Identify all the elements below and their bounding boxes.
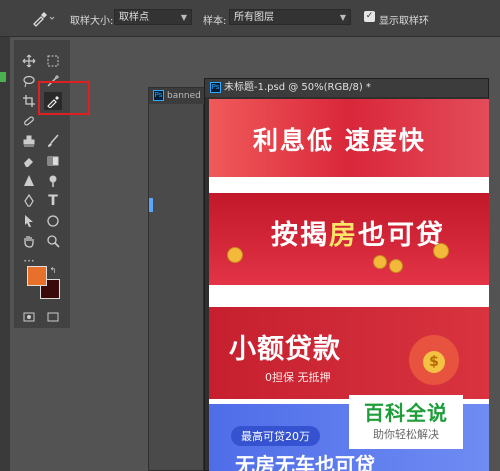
sample-size-value: 取样点: [119, 12, 149, 23]
eraser-icon[interactable]: [20, 152, 38, 170]
banner-4-pill: 最高可贷20万: [231, 426, 320, 446]
coin-icon: [227, 247, 243, 263]
banner-2-part3: 也可贷: [358, 220, 445, 251]
left-panel-strip: [0, 37, 10, 471]
show-ring-checkbox[interactable]: ✓: [364, 11, 375, 22]
coin-icon: $: [423, 351, 445, 373]
show-ring-label: 显示取样环: [379, 16, 429, 27]
banner-3-subtitle: 0担保 无抵押: [265, 371, 331, 384]
sample-value: 所有图层: [234, 12, 274, 23]
banner-2-text: 按揭房也可贷: [271, 213, 445, 252]
options-bar: 取样大小: 取样点 ▼ 样本: 所有图层 ▼ ✓ 显示取样环: [0, 0, 500, 37]
marquee-icon[interactable]: [44, 52, 62, 70]
watermark-title: 百科全说: [364, 401, 448, 425]
sample-select[interactable]: 所有图层 ▼: [229, 9, 351, 25]
banner-1-text: 利息低 速度快: [253, 126, 426, 155]
healing-brush-icon[interactable]: [20, 112, 38, 130]
background-document-tab[interactable]: Ps banned: [149, 88, 205, 104]
dodge-icon[interactable]: [44, 172, 62, 190]
chevron-down-icon: ▼: [180, 13, 187, 22]
banner-2: 按揭房也可贷: [209, 193, 489, 285]
chevron-down-icon: ▼: [339, 13, 346, 22]
hand-icon[interactable]: [20, 232, 38, 250]
coin-icon: [389, 259, 403, 273]
document-title-bar[interactable]: Ps 未标题-1.psd @ 50%(RGB/8) *: [205, 79, 488, 97]
quick-mask-icon[interactable]: [44, 308, 62, 326]
background-document: Ps banned: [148, 87, 205, 471]
coin-icon: [433, 243, 449, 259]
watermark: 百科全说 助你轻松解决: [349, 395, 463, 449]
document-title: 未标题-1.psd @ 50%(RGB/8) *: [224, 82, 371, 93]
photoshop-icon: Ps: [210, 81, 221, 93]
background-tab-label: banned: [167, 91, 201, 101]
screen-mode-icon[interactable]: [20, 308, 38, 326]
scroll-marker: [149, 198, 153, 212]
foreground-color-swatch[interactable]: [27, 266, 47, 286]
clone-stamp-icon[interactable]: [20, 132, 38, 150]
sample-label: 样本:: [203, 16, 227, 27]
banner-2-part2: 房: [329, 220, 358, 251]
pen-icon[interactable]: [20, 192, 38, 210]
brush-icon[interactable]: [44, 132, 62, 150]
banner-2-part1: 按揭: [271, 220, 329, 251]
crop-icon[interactable]: [20, 92, 38, 110]
ellipse-icon[interactable]: [44, 212, 62, 230]
banner-4-text: 无房无车也可贷: [235, 453, 375, 471]
sample-size-select[interactable]: 取样点 ▼: [114, 9, 192, 25]
eyedropper-icon: [33, 12, 55, 27]
gradient-icon[interactable]: [44, 152, 62, 170]
blur-icon[interactable]: [20, 172, 38, 190]
banner-3-title: 小额贷款: [229, 334, 341, 365]
swap-colors-icon[interactable]: ↰: [48, 265, 58, 275]
highlight-box: [38, 81, 90, 115]
watermark-subtitle: 助你轻松解决: [373, 428, 439, 441]
move-icon[interactable]: [20, 52, 38, 70]
photoshop-icon: Ps: [153, 90, 164, 101]
coin-icon: [373, 255, 387, 269]
sample-size-label: 取样大小:: [70, 16, 114, 27]
banner-3: 小额贷款 0担保 无抵押 $: [209, 307, 489, 399]
lasso-icon[interactable]: [20, 72, 38, 90]
banner-1: 利息低 速度快: [209, 99, 489, 177]
eyedropper-preset-picker[interactable]: [30, 9, 56, 27]
type-icon[interactable]: T: [44, 192, 62, 210]
panel-indicator: [0, 72, 6, 82]
zoom-icon[interactable]: [44, 232, 62, 250]
path-selection-icon[interactable]: [20, 212, 38, 230]
